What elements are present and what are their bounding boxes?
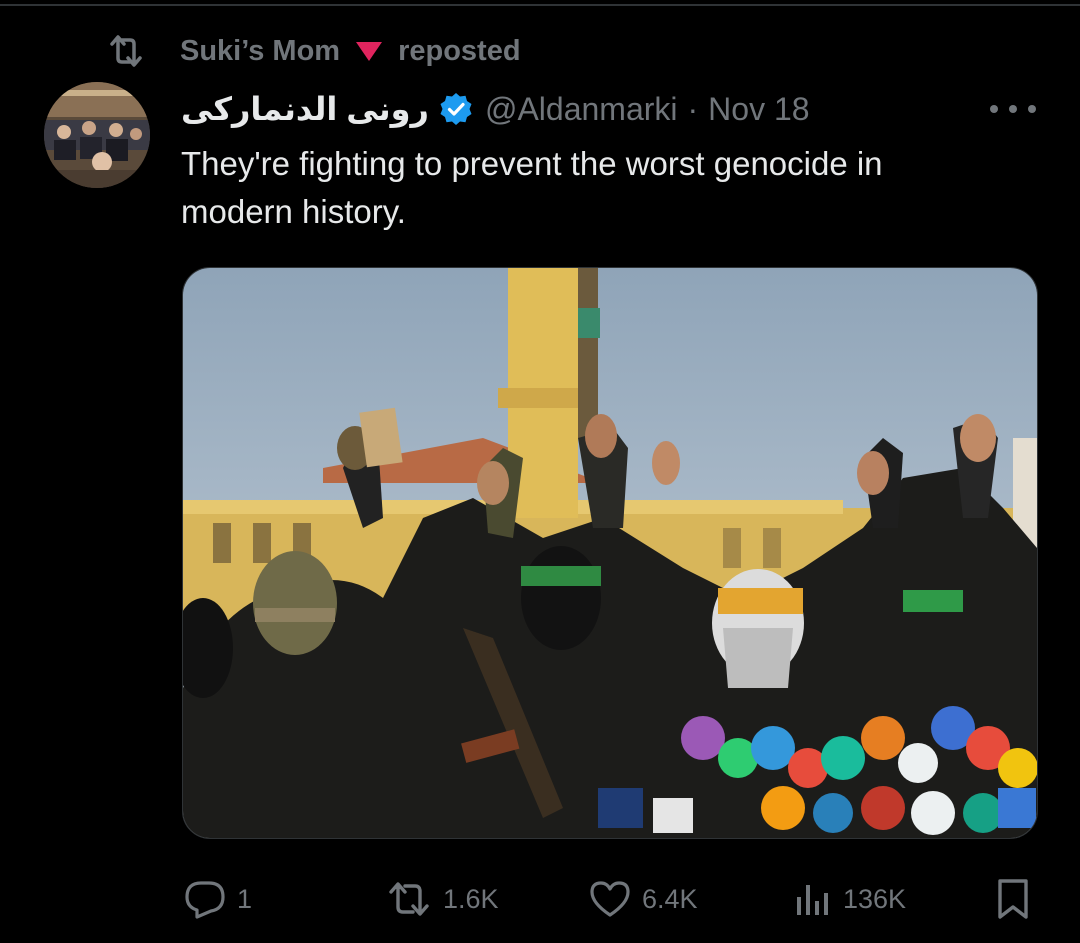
heart-icon [588, 879, 632, 919]
more-options-icon[interactable] [990, 96, 1036, 122]
bookmark-icon [995, 877, 1031, 921]
tweet-header: رونى الدنماركى @Aldanmarki · Nov 18 [181, 84, 810, 134]
views-count: 136K [843, 883, 907, 914]
red-triangle-emoji [354, 39, 384, 63]
display-name[interactable]: رونى الدنماركى [181, 90, 429, 128]
views-bar-chart-icon [793, 879, 833, 919]
bookmark-button[interactable] [995, 872, 1041, 926]
repost-icon [385, 880, 433, 918]
like-button[interactable]: 6.4K [588, 872, 698, 926]
repost-icon [106, 31, 150, 71]
repost-user-link[interactable]: Suki’s Mom [180, 35, 340, 68]
tweet-actions: 1 1.6K 6.4K 136K [183, 872, 1035, 926]
like-count: 6.4K [642, 883, 698, 914]
tweet-text-line: modern history. [181, 193, 406, 230]
avatar[interactable] [44, 82, 150, 188]
tweet-photo[interactable] [182, 267, 1038, 839]
repost-count: 1.6K [443, 883, 499, 914]
reply-button[interactable]: 1 [183, 872, 252, 926]
repost-button[interactable]: 1.6K [385, 872, 499, 926]
separator-dot: · [687, 90, 699, 127]
reply-count: 1 [237, 883, 253, 914]
top-divider [0, 4, 1080, 6]
tweet-text: They're fighting to prevent the worst ge… [181, 140, 1021, 236]
reply-icon [183, 879, 227, 919]
repost-context: Suki’s Mom reposted [106, 30, 521, 72]
tweet-text-line: They're fighting to prevent the worst ge… [181, 145, 883, 182]
views-button[interactable]: 136K [793, 872, 906, 926]
tweet-date[interactable]: Nov 18 [708, 91, 809, 128]
repost-label: reposted [398, 34, 521, 67]
user-handle[interactable]: @Aldanmarki [485, 91, 678, 128]
verified-badge-icon [439, 92, 473, 126]
